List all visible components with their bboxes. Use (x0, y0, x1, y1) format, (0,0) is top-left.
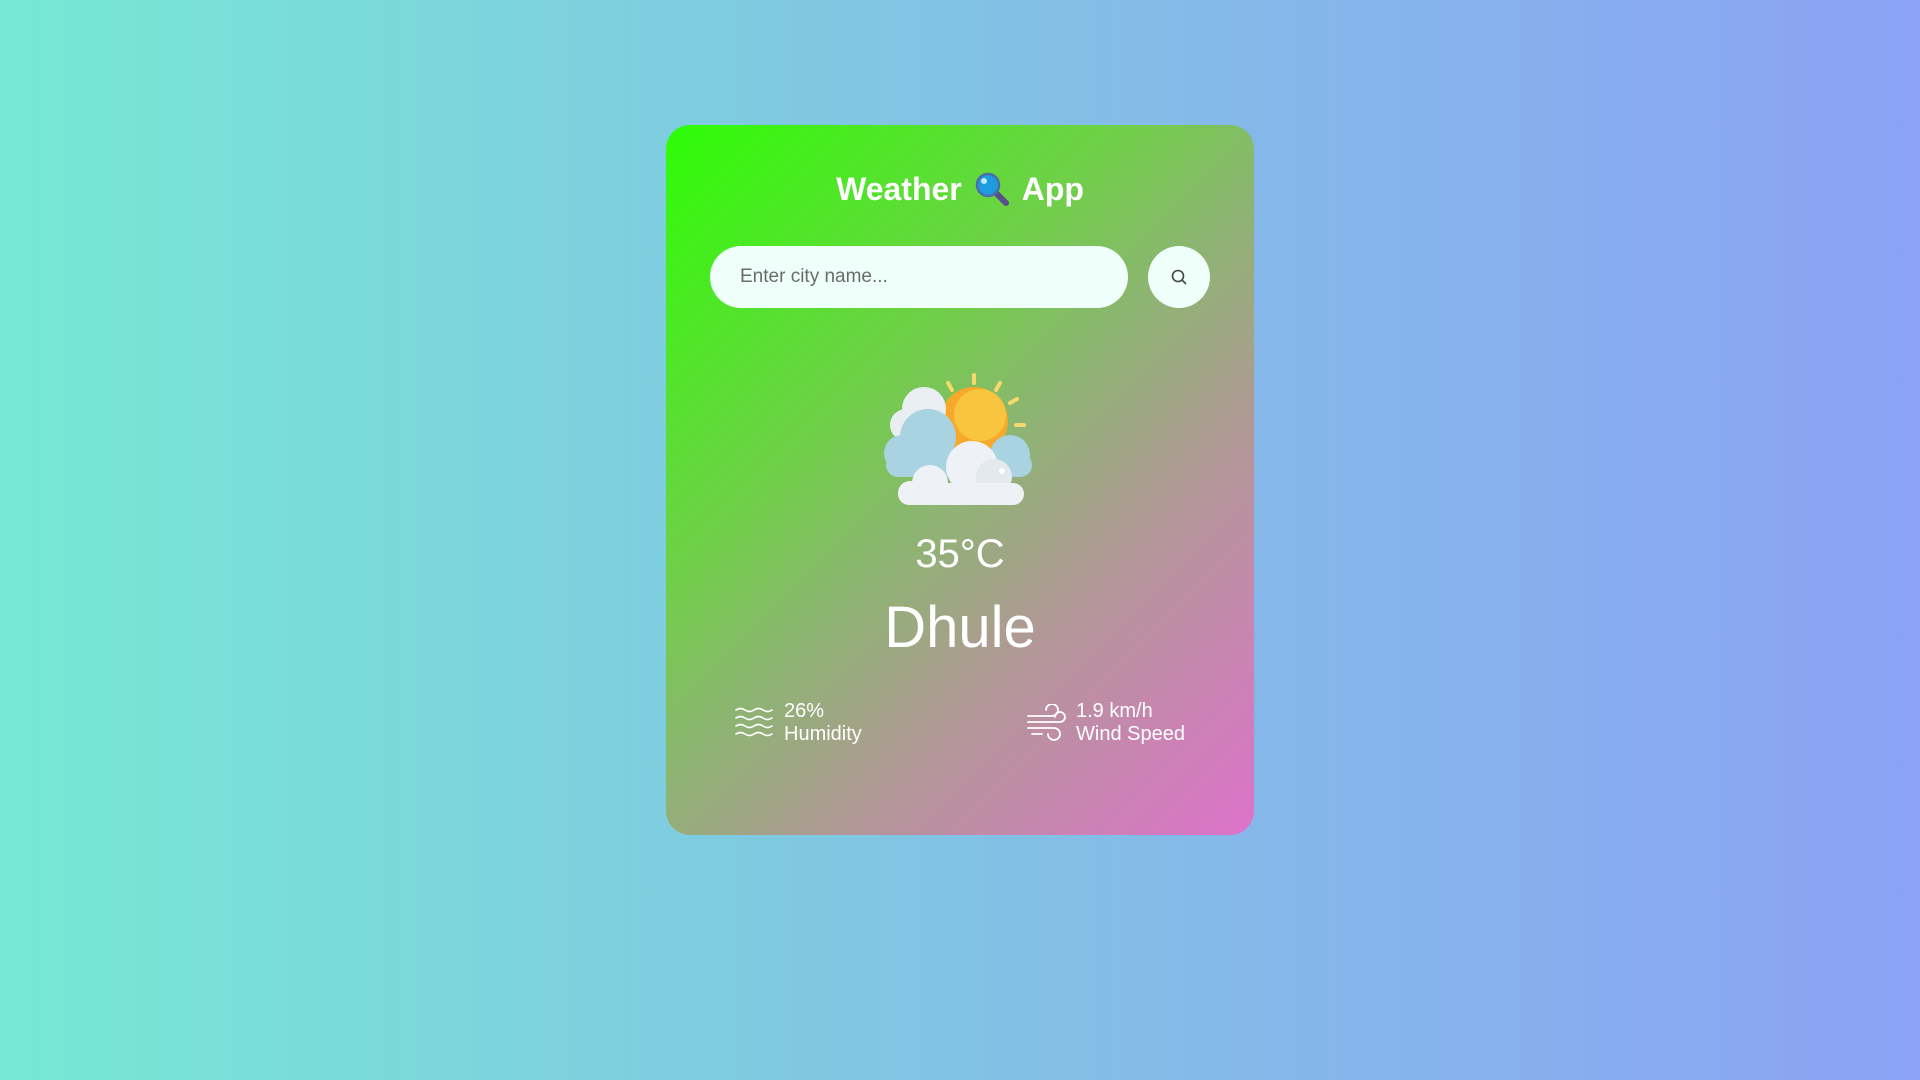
humidity-label: Humidity (784, 723, 862, 745)
city-name: Dhule (884, 595, 1036, 660)
weather-card: Weather App Enter city name... 35°C Dhul… (666, 125, 1254, 835)
wind-label: Wind Speed (1076, 723, 1185, 745)
magnifier-icon (974, 171, 1010, 207)
app-title-left: Weather (836, 171, 962, 207)
wind-icon (1026, 704, 1066, 742)
humidity-value: 26% (784, 700, 825, 722)
search-button[interactable] (1148, 246, 1210, 308)
city-search-input[interactable] (710, 246, 1128, 308)
partly-cloudy-sun-icon (882, 371, 1038, 507)
app-title-right: App (1021, 171, 1084, 207)
humidity-waves-icon (734, 706, 774, 740)
wind-value: 1.9 km/h (1076, 700, 1153, 722)
wind-detail: 1.9 km/h Wind Speed (1026, 700, 1185, 746)
app-title: Weather App (666, 165, 1254, 213)
temperature: 35°C (915, 532, 1005, 576)
humidity-detail: 26% Humidity (734, 700, 862, 746)
search-icon (1170, 268, 1188, 286)
